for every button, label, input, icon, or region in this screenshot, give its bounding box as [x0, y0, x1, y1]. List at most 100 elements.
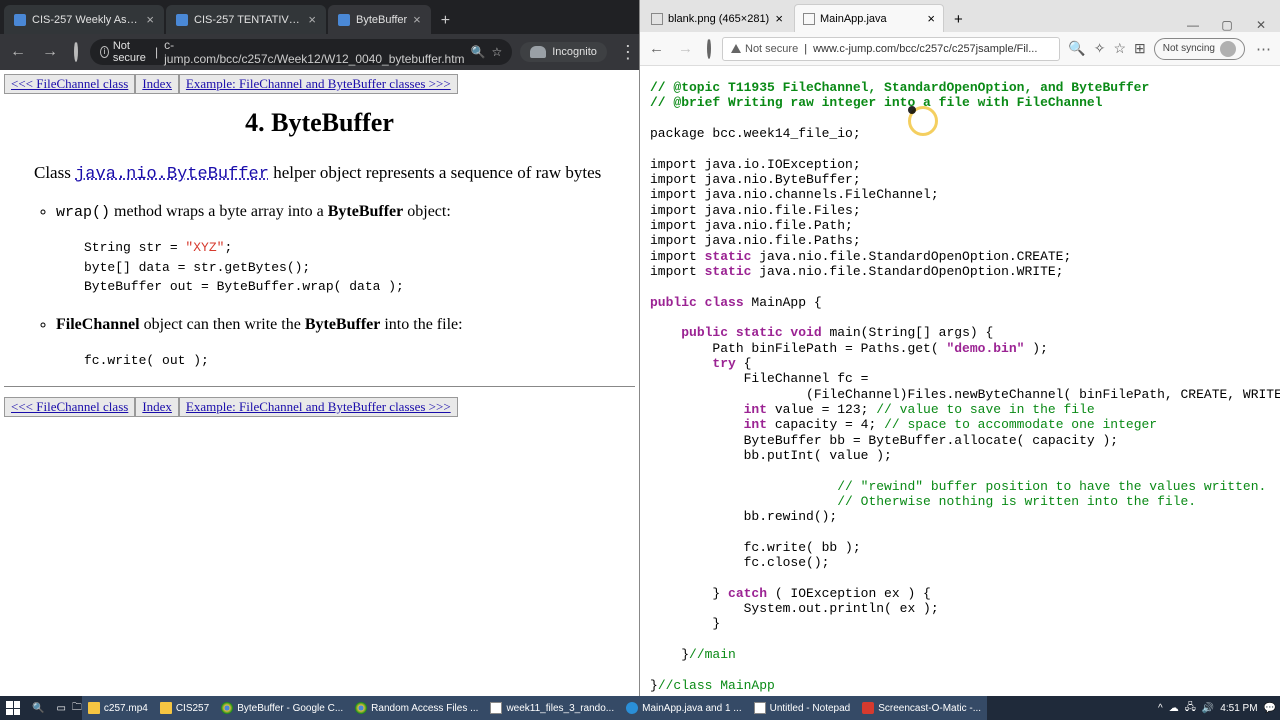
start-button[interactable] — [0, 696, 26, 720]
chrome-tab-bar: CIS-257 Weekly Assignments × CIS-257 TEN… — [0, 0, 639, 34]
taskbar-item[interactable]: Untitled - Notepad — [748, 696, 857, 720]
nav-index-link[interactable]: Index — [135, 74, 179, 94]
tab-title: CIS-257 TENTATIVE SCHEDULE — [194, 14, 302, 26]
chrome-window: CIS-257 Weekly Assignments × CIS-257 TEN… — [0, 0, 640, 696]
text: object: — [403, 203, 451, 220]
java-source: // @topic T11935 FileChannel, StandardOp… — [650, 80, 1270, 693]
reload-button[interactable] — [704, 37, 714, 60]
window-controls: — ▢ ✕ — [1176, 18, 1278, 32]
close-icon[interactable]: × — [308, 12, 316, 27]
nav-prev-link[interactable]: <<< FileChannel class — [4, 397, 135, 417]
task-view-button[interactable]: ▭ — [50, 696, 71, 720]
back-button[interactable]: ← — [6, 39, 30, 65]
taskbar-item[interactable]: Screencast-O-Matic -... — [856, 696, 987, 720]
notifications-icon[interactable]: 💬 — [1264, 703, 1276, 714]
folder-icon — [88, 702, 100, 714]
chrome-icon — [221, 702, 233, 714]
chrome-tab[interactable]: CIS-257 TENTATIVE SCHEDULE × — [166, 5, 326, 34]
tab-title: blank.png (465×281) — [668, 13, 770, 25]
onedrive-icon[interactable]: ☁ — [1169, 703, 1179, 714]
chrome-tab[interactable]: CIS-257 Weekly Assignments × — [4, 5, 164, 34]
zoom-icon[interactable]: 🔍 — [1068, 40, 1085, 57]
breadcrumb-bottom: <<< FileChannel class Index Example: Fil… — [4, 397, 635, 417]
chrome-tab-active[interactable]: ByteBuffer × — [328, 5, 431, 34]
close-icon[interactable]: × — [146, 12, 154, 27]
incognito-indicator[interactable]: Incognito — [520, 42, 607, 62]
volume-icon[interactable]: 🔊 — [1202, 703, 1214, 714]
taskbar-label: MainApp.java and 1 ... — [642, 703, 742, 714]
security-indicator[interactable]: i Not secure — [100, 40, 149, 64]
taskbar-item[interactable]: ByteBuffer - Google C... — [215, 696, 349, 720]
class-link[interactable]: java.nio.ByteBuffer — [75, 165, 269, 184]
word-icon — [490, 702, 502, 714]
profile-sync[interactable]: Not syncing — [1154, 38, 1245, 60]
taskbar-item[interactable]: c257.mp4 — [82, 696, 154, 720]
reload-icon — [707, 38, 711, 59]
tab-favicon-icon — [803, 13, 815, 25]
avatar-icon — [1220, 41, 1236, 57]
clock[interactable]: 4:51 PM — [1220, 703, 1257, 714]
taskbar-label: c257.mp4 — [104, 703, 148, 714]
text: FileChannel — [56, 316, 140, 333]
extensions-icon[interactable]: ✧ — [1094, 40, 1106, 57]
code-block: fc.write( out ); — [84, 351, 635, 371]
tab-title: CIS-257 Weekly Assignments — [32, 14, 140, 26]
recorder-icon — [862, 702, 874, 714]
chrome-menu-button[interactable]: ⋮ — [615, 42, 641, 63]
forward-button[interactable]: → — [38, 39, 62, 65]
nav-next-link[interactable]: Example: FileChannel and ByteBuffer clas… — [179, 397, 458, 417]
taskbar-item[interactable]: week11_files_3_rando... — [484, 696, 620, 720]
chrome-icon — [355, 702, 367, 714]
taskbar-label: Random Access Files ... — [371, 703, 478, 714]
tab-favicon-icon — [14, 14, 26, 26]
taskbar-label: Untitled - Notepad — [770, 703, 851, 714]
back-button[interactable]: ← — [646, 37, 667, 60]
maximize-button[interactable]: ▢ — [1210, 18, 1244, 32]
taskbar-item[interactable]: Random Access Files ... — [349, 696, 484, 720]
bookmark-icon[interactable]: ☆ — [491, 45, 502, 59]
network-icon[interactable]: 🖧 — [1185, 700, 1196, 717]
close-icon[interactable]: × — [413, 12, 421, 27]
text: ByteBuffer — [305, 316, 381, 333]
tab-title: MainApp.java — [820, 13, 922, 25]
nav-index-link[interactable]: Index — [135, 397, 179, 417]
close-icon[interactable]: × — [927, 11, 935, 26]
close-window-button[interactable]: ✕ — [1244, 18, 1278, 32]
breadcrumb-top: <<< FileChannel class Index Example: Fil… — [4, 74, 635, 94]
forward-button[interactable]: → — [675, 37, 696, 60]
taskbar-item[interactable]: CIS257 — [154, 696, 215, 720]
code-block: String str = "XYZ"; byte[] data = str.ge… — [84, 238, 635, 297]
text: object can then write the — [140, 316, 305, 333]
reader-icon[interactable]: 🔍 — [471, 45, 486, 59]
reload-button[interactable] — [70, 39, 82, 65]
edge-menu-button[interactable]: ⋯ — [1253, 37, 1274, 61]
tab-favicon-icon — [338, 14, 350, 26]
page-content-left: <<< FileChannel class Index Example: Fil… — [0, 70, 639, 696]
new-tab-button[interactable]: + — [433, 8, 458, 34]
taskbar[interactable]: 🔍 ▭ 🗀 c257.mp4 CIS257 ByteBuffer - Googl… — [0, 696, 1280, 720]
new-tab-button[interactable]: + — [946, 7, 971, 32]
security-label: Not secure — [113, 40, 149, 64]
address-bar[interactable]: i Not secure | c-jump.com/bcc/c257c/Week… — [90, 39, 512, 65]
security-indicator[interactable]: Not secure — [731, 43, 798, 55]
tray-icon[interactable]: ^ — [1158, 703, 1163, 714]
taskbar-label: ByteBuffer - Google C... — [237, 703, 343, 714]
nav-prev-link[interactable]: <<< FileChannel class — [4, 74, 135, 94]
code-inline: wrap() — [56, 204, 110, 221]
edge-tab[interactable]: blank.png (465×281) × — [642, 4, 792, 32]
minimize-button[interactable]: — — [1176, 18, 1210, 32]
nav-next-link[interactable]: Example: FileChannel and ByteBuffer clas… — [179, 74, 458, 94]
incognito-label: Incognito — [552, 46, 597, 58]
close-icon[interactable]: × — [775, 11, 783, 26]
taskbar-item[interactable]: MainApp.java and 1 ... — [620, 696, 748, 720]
tab-favicon-icon — [651, 13, 663, 25]
collections-icon[interactable]: ⊞ — [1134, 40, 1146, 57]
edge-tab-active[interactable]: MainApp.java × — [794, 4, 944, 32]
tab-title: ByteBuffer — [356, 14, 407, 26]
address-bar[interactable]: Not secure | www.c-jump.com/bcc/c257c/c2… — [722, 37, 1060, 61]
search-button[interactable]: 🔍 — [26, 696, 50, 720]
favorites-icon[interactable]: ☆ — [1113, 40, 1126, 57]
text: ByteBuffer — [328, 203, 404, 220]
system-tray[interactable]: ^ ☁ 🖧 🔊 4:51 PM 💬 — [1158, 700, 1280, 717]
explorer-button[interactable]: 🗀 — [72, 700, 82, 717]
